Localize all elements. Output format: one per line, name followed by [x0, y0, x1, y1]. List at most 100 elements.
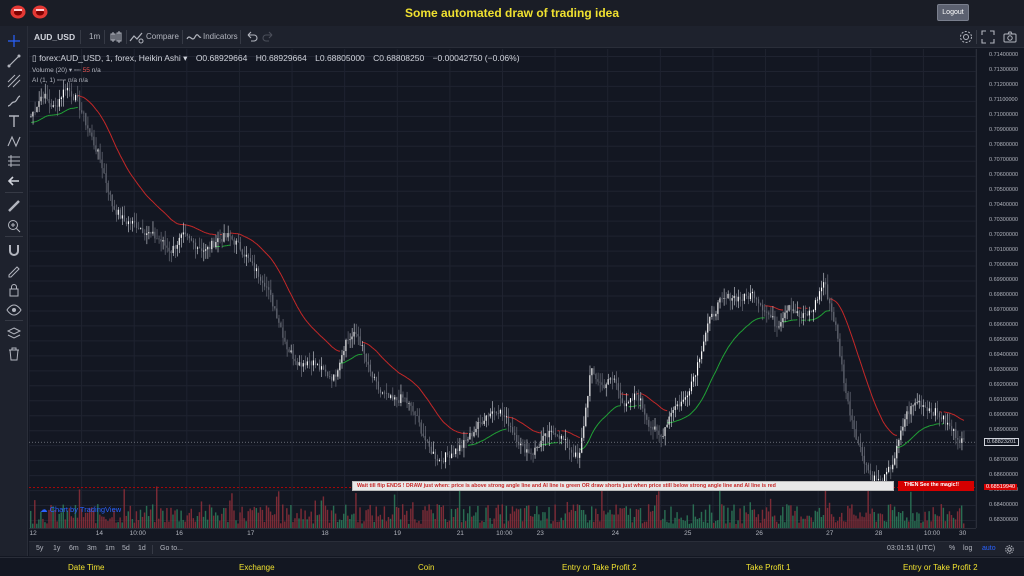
range-5d[interactable]: 5d	[122, 545, 130, 552]
ruler-icon[interactable]	[6, 198, 22, 214]
candle-body	[778, 326, 780, 328]
volume-bar	[566, 501, 569, 528]
lock-icon[interactable]	[6, 282, 22, 298]
volume-bar	[802, 518, 804, 528]
eye-icon[interactable]	[6, 302, 22, 318]
volume-bar	[221, 513, 223, 528]
utc-clock[interactable]: 03:01:51 (UTC)	[887, 545, 935, 552]
trend-line-icon[interactable]	[6, 53, 22, 69]
ai-line-segment	[872, 397, 876, 403]
candle-body	[851, 415, 853, 421]
volume-study-name[interactable]: Volume (20)	[32, 67, 67, 74]
pitchfork-icon[interactable]	[6, 73, 22, 89]
candle-body	[199, 247, 201, 249]
chevron-down-icon[interactable]: ▾	[69, 67, 72, 74]
crosshair-icon[interactable]	[6, 33, 22, 49]
volume-bar	[745, 512, 747, 528]
settings-gear-icon[interactable]	[958, 29, 974, 45]
go-to-button[interactable]: Go to...	[160, 545, 183, 552]
volume-bar	[253, 506, 256, 528]
log-toggle[interactable]: log	[963, 545, 972, 552]
range-6m[interactable]: 6m	[69, 545, 79, 552]
interval-selector[interactable]: 1m	[89, 26, 100, 48]
range-3m[interactable]: 3m	[87, 545, 97, 552]
candle-body	[603, 384, 605, 389]
candle-body	[60, 97, 62, 100]
indicators-icon[interactable]	[186, 29, 202, 45]
time-axis[interactable]: 12 14 10:00 16 17 18 19 21 10:00 23 24 25 26 27 28 10:0…	[29, 528, 976, 540]
candle-body	[914, 402, 916, 406]
logout-button[interactable]: Logout	[937, 4, 969, 21]
magnet-icon[interactable]	[6, 242, 22, 258]
ai-line-segment	[124, 163, 127, 168]
auto-toggle[interactable]: auto	[982, 545, 996, 552]
ai-line-segment	[683, 416, 686, 419]
range-1m[interactable]: 1m	[105, 545, 115, 552]
pattern-icon[interactable]	[6, 133, 22, 149]
study-settings-icon[interactable]: ▫▫▫▫	[57, 77, 66, 84]
volume-bar	[534, 513, 536, 528]
candle-body	[363, 345, 365, 354]
ai-line-segment	[528, 427, 532, 430]
range-5y[interactable]: 5y	[36, 545, 43, 552]
undo-icon[interactable]	[244, 29, 260, 45]
tradingview-watermark[interactable]: ☁ Chart by TradingView	[40, 505, 121, 514]
candle-body	[719, 298, 721, 303]
snapshot-camera-icon[interactable]	[1002, 29, 1018, 45]
compare-icon[interactable]	[128, 29, 144, 45]
volume-bar	[649, 511, 652, 528]
ai-line-segment	[158, 207, 162, 211]
close-value: C0.68808250	[373, 53, 425, 63]
zoom-in-icon[interactable]	[6, 218, 22, 234]
text-tool-icon[interactable]	[6, 113, 22, 129]
redo-icon[interactable]	[260, 29, 276, 45]
volume-bar	[708, 504, 711, 528]
ai-study-name[interactable]: AI (1, 1)	[32, 77, 55, 84]
price-axis-label: 0.69700000	[989, 306, 1019, 313]
symbol-search[interactable]: AUD_USD	[34, 26, 75, 48]
volume-bar	[192, 518, 195, 528]
price-axis[interactable]: 0.71400000 0.71300000 0.71200000 0.71100000…	[976, 49, 1024, 528]
volume-bar	[103, 516, 105, 528]
candle-body	[806, 313, 808, 316]
study-settings-icon[interactable]: ▫▫▫	[74, 67, 81, 74]
fullscreen-icon[interactable]	[980, 29, 996, 45]
volume-bar	[123, 489, 125, 528]
percent-toggle[interactable]: %	[949, 545, 955, 552]
range-1d[interactable]: 1d	[138, 545, 146, 552]
trash-icon[interactable]	[6, 346, 22, 362]
volume-bar	[473, 515, 475, 528]
volume-bar	[891, 510, 894, 528]
volume-bar	[607, 512, 609, 528]
stay-drawing-mode-icon[interactable]	[6, 262, 22, 278]
banner-message-box: Wait till flip ENDS ! DRAW just when: pr…	[352, 481, 894, 491]
volume-bar	[76, 517, 79, 528]
candle-body	[711, 313, 713, 317]
ai-line-segment	[886, 426, 890, 430]
chart-style-icon[interactable]	[108, 29, 124, 45]
volume-bar	[210, 507, 213, 528]
candle-body	[40, 96, 42, 102]
range-1y[interactable]: 1y	[53, 545, 60, 552]
candle-body	[867, 464, 869, 471]
brush-icon[interactable]	[6, 93, 22, 109]
indicators-button[interactable]: Indicators	[203, 26, 238, 48]
candle-body	[174, 245, 176, 249]
layers-icon[interactable]	[6, 326, 22, 342]
volume-bar	[107, 521, 109, 528]
settings-gear-icon[interactable]	[1004, 544, 1015, 555]
back-arrow-icon[interactable]	[6, 173, 22, 189]
candle-body	[863, 455, 865, 464]
compare-button[interactable]: Compare	[146, 26, 179, 48]
candle-body	[947, 422, 949, 425]
prediction-icon[interactable]	[6, 153, 22, 169]
ai-line-segment	[882, 420, 886, 425]
volume-bar	[780, 515, 782, 528]
series-title[interactable]: forex:AUD_USD, 1, forex, Heikin Ashi	[39, 53, 181, 63]
volume-bar	[723, 505, 725, 528]
volume-bar	[530, 515, 532, 528]
chevron-down-icon[interactable]: ▾	[181, 53, 187, 63]
price-chart[interactable]	[29, 49, 976, 528]
volume-bar	[245, 521, 247, 528]
volume-bar	[410, 508, 412, 528]
